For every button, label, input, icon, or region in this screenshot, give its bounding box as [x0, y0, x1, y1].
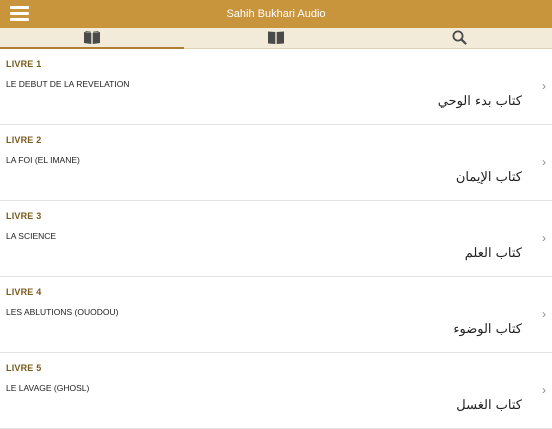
- book-title-arabic: كتاب الإيمان: [455, 170, 522, 185]
- search-icon: [452, 30, 467, 45]
- chevron-right-icon: ›: [542, 383, 546, 397]
- list-item[interactable]: LIVRE 5 LE LAVAGE (GHOSL) كتاب الغسل ›: [0, 353, 552, 429]
- book-number: LIVRE 2: [6, 135, 42, 145]
- book-number: LIVRE 1: [6, 59, 42, 69]
- chevron-right-icon: ›: [542, 307, 546, 321]
- book-number: LIVRE 4: [6, 287, 42, 297]
- hamburger-menu-icon[interactable]: [10, 6, 30, 22]
- chevron-right-icon: ›: [542, 79, 546, 93]
- book-title-arabic: كتاب الغسل: [456, 398, 522, 413]
- app-header: Sahih Bukhari Audio: [0, 0, 552, 28]
- list-item[interactable]: LIVRE 4 LES ABLUTIONS (OUODOU) كتاب الوض…: [0, 277, 552, 353]
- tab-bar: [0, 28, 552, 49]
- tab-books-list[interactable]: [0, 28, 184, 49]
- book-number: LIVRE 3: [6, 211, 42, 221]
- list-item[interactable]: LIVRE 2 LA FOI (EL IMANE) كتاب الإيمان ›: [0, 125, 552, 201]
- closed-book-icon: [268, 31, 284, 44]
- tab-search[interactable]: [368, 28, 552, 48]
- books-list: LIVRE 1 LE DEBUT DE LA REVELATION كتاب ب…: [0, 49, 552, 429]
- open-book-icon: [84, 31, 100, 44]
- list-item[interactable]: LIVRE 3 LA SCIENCE كتاب العلم ›: [0, 201, 552, 277]
- tab-books[interactable]: [184, 28, 368, 48]
- book-title-french: LE DEBUT DE LA REVELATION: [6, 79, 130, 89]
- book-title-french: LES ABLUTIONS (OUODOU): [6, 307, 119, 317]
- book-title-arabic: كتاب الوضوء: [453, 322, 522, 337]
- list-item[interactable]: LIVRE 1 LE DEBUT DE LA REVELATION كتاب ب…: [0, 49, 552, 125]
- book-title-french: LE LAVAGE (GHOSL): [6, 383, 90, 393]
- chevron-right-icon: ›: [542, 155, 546, 169]
- chevron-right-icon: ›: [542, 231, 546, 245]
- book-title-french: LA SCIENCE: [6, 231, 57, 241]
- book-number: LIVRE 5: [6, 363, 42, 373]
- book-title-french: LA FOI (EL IMANE): [6, 155, 80, 165]
- book-title-arabic: كتاب بدء الوحي: [437, 94, 522, 109]
- app-title: Sahih Bukhari Audio: [226, 8, 326, 20]
- book-title-arabic: كتاب العلم: [464, 246, 522, 261]
